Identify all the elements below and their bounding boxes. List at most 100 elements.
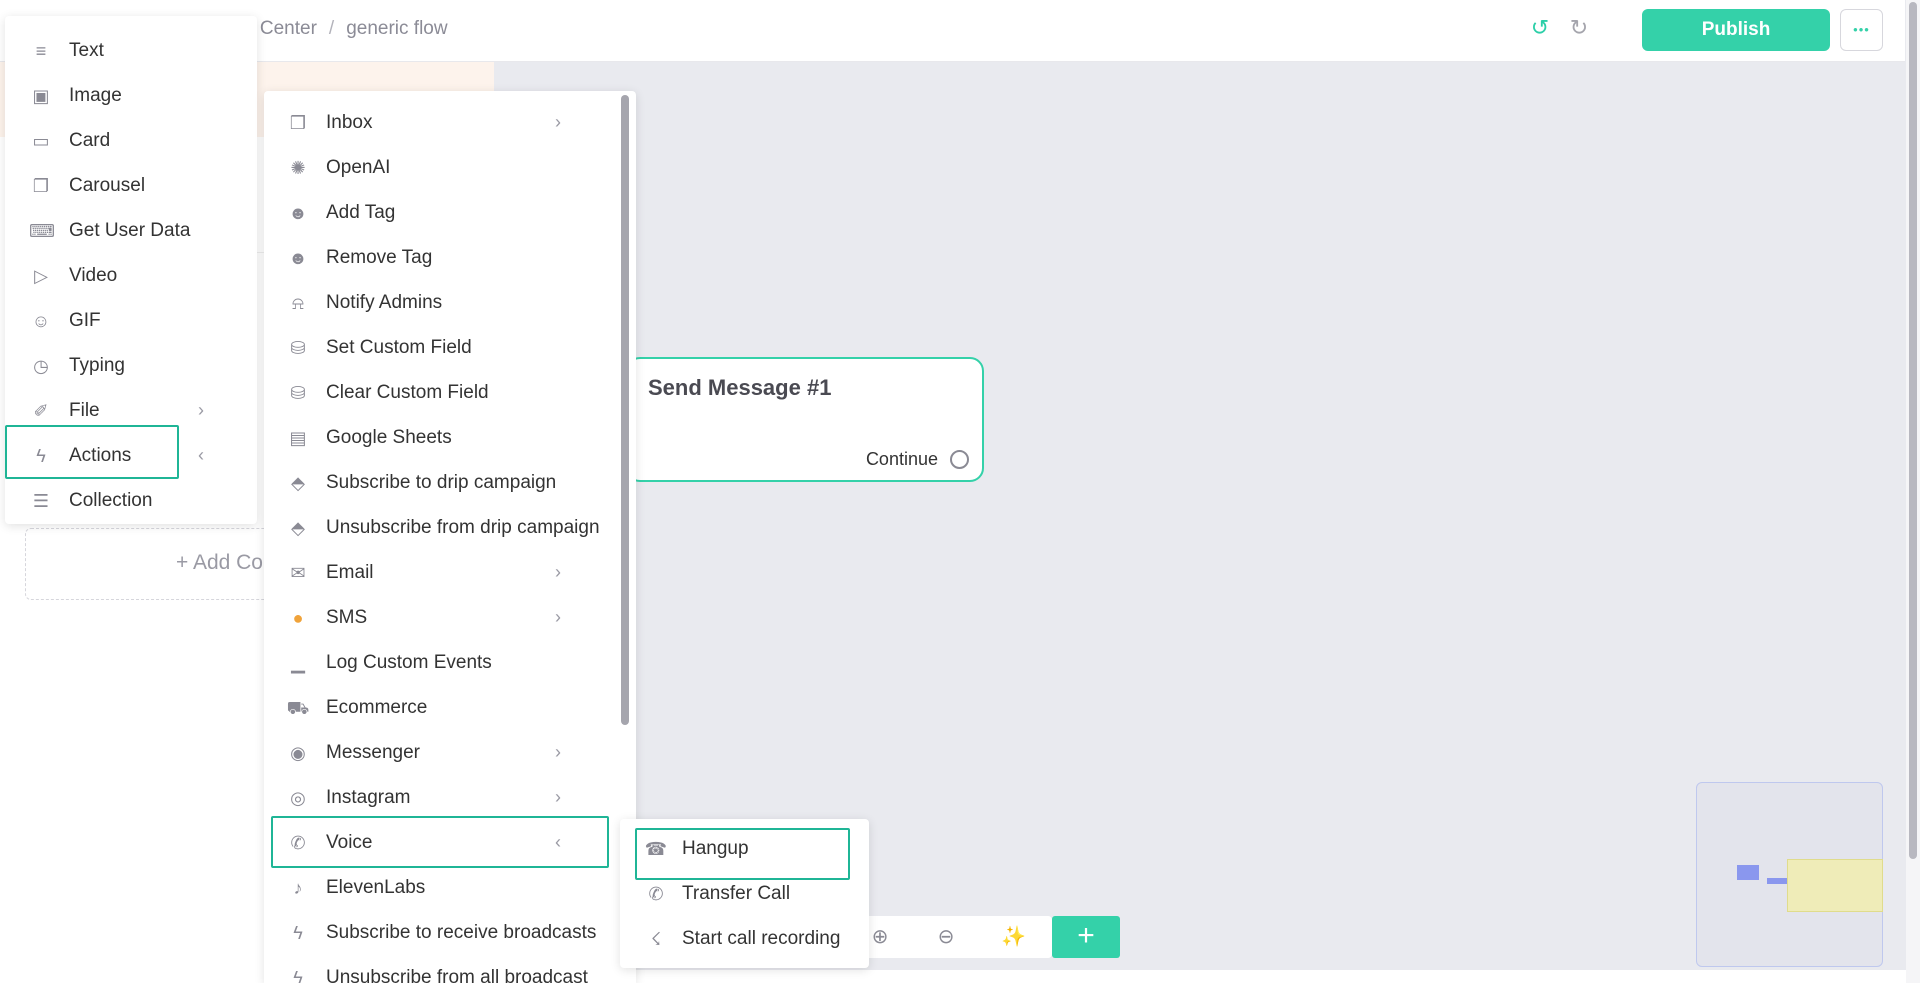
action-item-inbox[interactable]: ❒ Inbox › bbox=[264, 101, 636, 145]
database-icon: ⛁ bbox=[290, 383, 306, 403]
sheet-icon: ▤ bbox=[289, 428, 307, 448]
action-item-label: ElevenLabs bbox=[326, 877, 426, 898]
voice-item-label: Start call recording bbox=[682, 928, 841, 949]
chevron-right-icon: › bbox=[555, 742, 561, 762]
sms-icon: ● bbox=[292, 608, 304, 628]
action-item-label: Set Custom Field bbox=[326, 337, 472, 358]
chevron-right-icon: › bbox=[555, 112, 561, 132]
zoom-in-icon[interactable]: ⊕ bbox=[868, 925, 892, 949]
action-item-elevenlabs[interactable]: ♪ ElevenLabs bbox=[264, 866, 636, 910]
redo-icon[interactable]: ↻ bbox=[1567, 16, 1591, 40]
cart-icon: ⛟ bbox=[286, 698, 310, 718]
content-item-collection[interactable]: ☰ Collection bbox=[5, 479, 257, 523]
content-item-label: File bbox=[69, 400, 100, 421]
action-item-label: Log Custom Events bbox=[326, 652, 492, 673]
database-icon: ⛁ bbox=[290, 338, 306, 358]
voice-item-transfer-call[interactable]: ✆ Transfer Call bbox=[620, 872, 869, 916]
node-title: Send Message #1 bbox=[648, 375, 832, 400]
action-item-ecommerce[interactable]: ⛟ Ecommerce bbox=[264, 686, 636, 730]
hangup-icon: ☎ bbox=[644, 839, 668, 859]
mail-icon: ✉ bbox=[290, 563, 306, 583]
action-item-instagram[interactable]: ◎ Instagram › bbox=[264, 776, 636, 820]
action-item-clear-custom-field[interactable]: ⛁ Clear Custom Field bbox=[264, 371, 636, 415]
text-align-icon: ≡ bbox=[35, 41, 47, 61]
action-item-set-custom-field[interactable]: ⛁ Set Custom Field bbox=[264, 326, 636, 370]
video-icon: ▷ bbox=[34, 266, 48, 286]
voice-item-hangup[interactable]: ☎ Hangup bbox=[620, 827, 869, 871]
content-item-image[interactable]: ▣ Image bbox=[5, 74, 257, 118]
chevron-right-icon: › bbox=[555, 607, 561, 627]
zoom-toolbar: ⊕ ⊖ ✨ bbox=[852, 916, 1052, 958]
content-item-typing[interactable]: ◷ Typing bbox=[5, 344, 257, 388]
clock-icon: ◷ bbox=[33, 356, 49, 376]
action-item-subscribe-to-drip-campaign[interactable]: ⬘ Subscribe to drip campaign bbox=[264, 461, 636, 505]
minimap[interactable] bbox=[1696, 782, 1883, 967]
content-item-video[interactable]: ▷ Video bbox=[5, 254, 257, 298]
smiley-icon: ☺ bbox=[31, 311, 51, 331]
minimap-viewport[interactable] bbox=[1787, 859, 1883, 912]
action-item-label: Notify Admins bbox=[326, 292, 443, 313]
content-item-gif[interactable]: ☺ GIF bbox=[5, 299, 257, 343]
action-item-label: Voice bbox=[326, 832, 373, 853]
page-scrollbar[interactable] bbox=[1906, 0, 1920, 983]
breadcrumb: rt Center / generic flow bbox=[243, 18, 448, 40]
action-item-notify-admins[interactable]: ⍾ Notify Admins bbox=[264, 281, 636, 325]
content-item-label: Typing bbox=[69, 355, 125, 376]
bell-icon: ⍾ bbox=[292, 293, 304, 313]
node-output-port[interactable] bbox=[950, 450, 969, 469]
action-item-voice[interactable]: ✆ Voice ‹ bbox=[264, 821, 636, 865]
content-item-label: Text bbox=[69, 40, 104, 61]
action-item-messenger[interactable]: ◉ Messenger › bbox=[264, 731, 636, 775]
action-item-log-custom-events[interactable]: ▁ Log Custom Events bbox=[264, 641, 636, 685]
action-item-label: Inbox bbox=[326, 112, 373, 133]
action-item-label: Unsubscribe from drip campaign bbox=[326, 517, 600, 538]
page-scrollbar-thumb[interactable] bbox=[1909, 2, 1917, 859]
action-item-unsubscribe-from-drip-campaign[interactable]: ⬘ Unsubscribe from drip campaign bbox=[264, 506, 636, 550]
action-item-openai[interactable]: ✺ OpenAI bbox=[264, 146, 636, 190]
action-item-unsubscribe-from-all-broadcast[interactable]: ϟ Unsubscribe from all broadcast bbox=[264, 956, 636, 983]
image-icon: ▣ bbox=[32, 86, 50, 106]
content-item-card[interactable]: ▭ Card bbox=[5, 119, 257, 163]
content-type-menu: ≡ Text ▣ Image ▭ Card ❐ Carousel ⌨ Get User Data ▷… bbox=[5, 16, 257, 524]
content-item-carousel[interactable]: ❐ Carousel bbox=[5, 164, 257, 208]
voice-item-start-call-recording[interactable]: ☇ Start call recording bbox=[620, 917, 869, 961]
undo-icon[interactable]: ↺ bbox=[1528, 16, 1552, 40]
action-item-sms[interactable]: ● SMS › bbox=[264, 596, 636, 640]
openai-icon: ✺ bbox=[290, 158, 306, 178]
instagram-icon: ◎ bbox=[290, 788, 306, 808]
send-message-node[interactable]: Send Message #1 Continue bbox=[626, 357, 984, 482]
card-icon: ▭ bbox=[32, 131, 50, 151]
content-item-label: Actions bbox=[69, 445, 132, 466]
list-icon: ☰ bbox=[32, 491, 50, 511]
top-bar: rt Center / generic flow ↺ ↻ Publish ••• bbox=[0, 0, 1905, 62]
content-item-text[interactable]: ≡ Text bbox=[5, 29, 257, 73]
voice-submenu: ☎ Hangup ✆ Transfer Call ☇ Start call recordi… bbox=[620, 819, 869, 968]
chevron-left-icon: ‹ bbox=[198, 445, 204, 465]
more-options-button[interactable]: ••• bbox=[1840, 9, 1883, 51]
action-item-label: OpenAI bbox=[326, 157, 391, 178]
breadcrumb-separator: / bbox=[328, 18, 335, 39]
content-item-get-user-data[interactable]: ⌨ Get User Data bbox=[5, 209, 257, 253]
node-continue-label: Continue bbox=[865, 449, 938, 469]
publish-button[interactable]: Publish bbox=[1642, 9, 1830, 51]
chevron-left-icon: ‹ bbox=[555, 832, 561, 852]
lightning-icon: ϟ bbox=[293, 968, 303, 983]
action-item-add-tag[interactable]: ☻ Add Tag bbox=[264, 191, 636, 235]
content-item-file[interactable]: ✐ File › bbox=[5, 389, 257, 433]
add-node-button[interactable]: + bbox=[1052, 916, 1120, 958]
user-tag-icon: ☻ bbox=[288, 248, 308, 268]
magic-sparkle-icon[interactable]: ✨ bbox=[1001, 925, 1026, 949]
breadcrumb-current: generic flow bbox=[346, 18, 448, 39]
speaker-icon: ♪ bbox=[293, 878, 303, 898]
zoom-out-icon[interactable]: ⊖ bbox=[934, 925, 958, 949]
action-item-label: Instagram bbox=[326, 787, 411, 808]
action-item-label: Remove Tag bbox=[326, 247, 433, 268]
action-item-label: Unsubscribe from all broadcast bbox=[326, 967, 588, 983]
action-item-subscribe-to-receive-broadcasts[interactable]: ϟ Subscribe to receive broadcasts bbox=[264, 911, 636, 955]
action-item-google-sheets[interactable]: ▤ Google Sheets bbox=[264, 416, 636, 460]
phone-transfer-icon: ✆ bbox=[648, 884, 664, 904]
action-item-remove-tag[interactable]: ☻ Remove Tag bbox=[264, 236, 636, 280]
action-item-email[interactable]: ✉ Email › bbox=[264, 551, 636, 595]
content-item-actions[interactable]: ϟ Actions ‹ bbox=[5, 434, 257, 478]
layers-icon: ⬘ bbox=[291, 518, 305, 538]
